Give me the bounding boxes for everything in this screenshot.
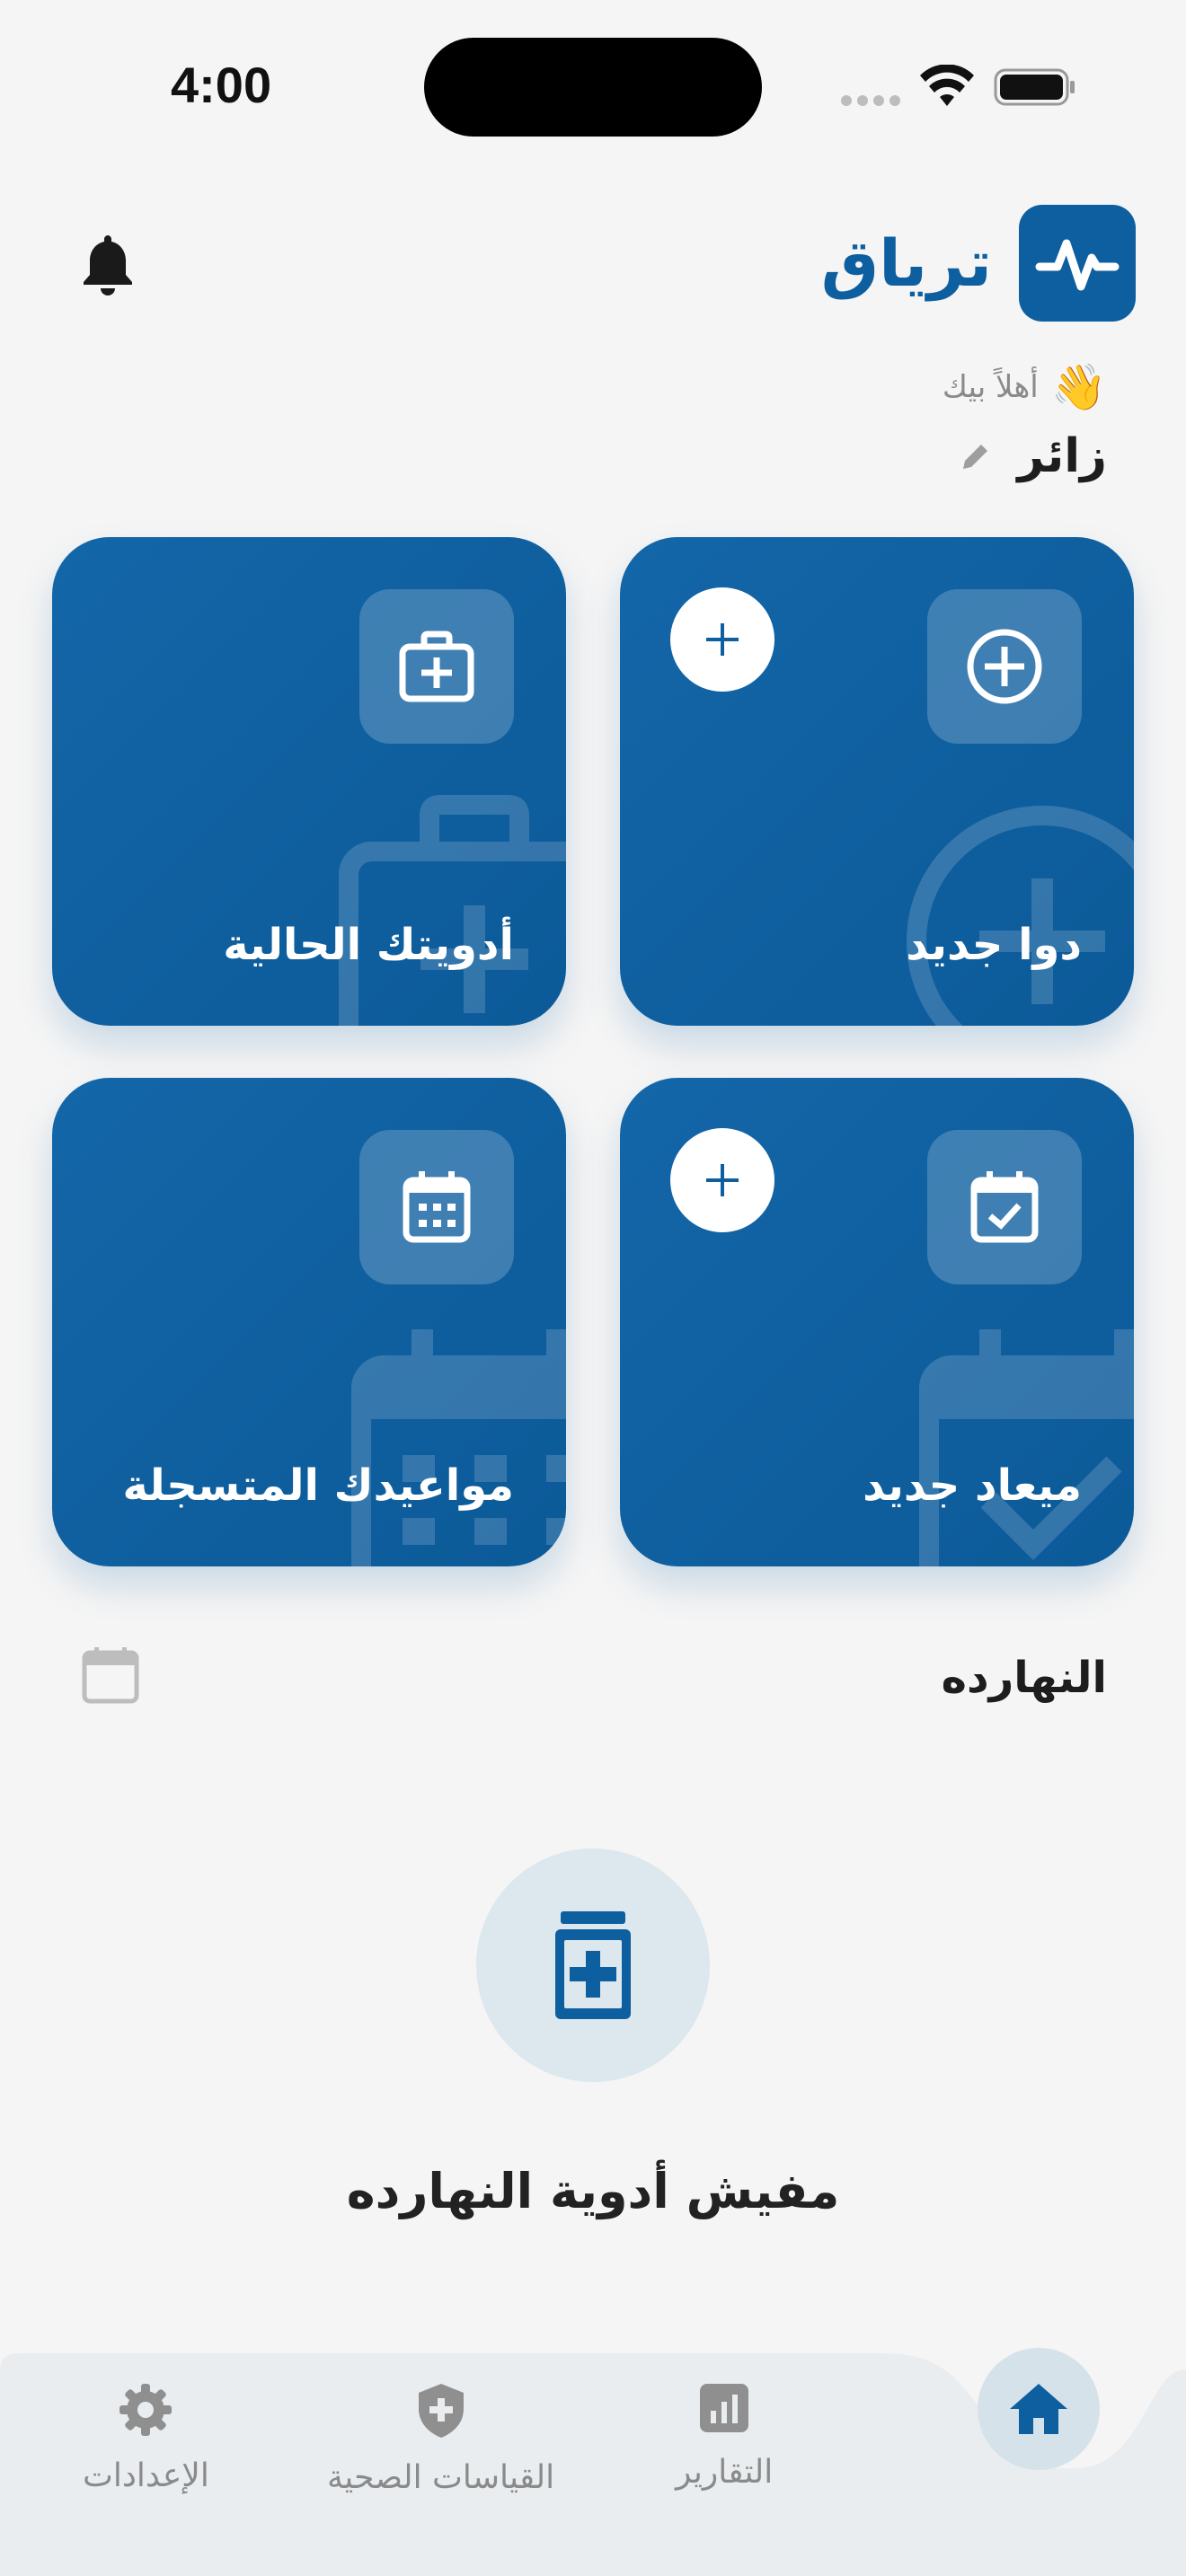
calendar-check-watermark-icon [919,1329,1134,1566]
empty-state-message: مفيش أدوية النهارده [346,2163,840,2219]
user-name: زائر [1017,429,1107,483]
nav-home-button[interactable] [978,2348,1100,2470]
nav-reports-label: التقارير [676,2454,774,2491]
bar-chart-icon [700,2384,749,2432]
dynamic-island [424,38,762,137]
status-time: 4:00 [171,57,272,113]
pencil-icon[interactable] [958,438,994,474]
nav-settings-label: الإعدادات [83,2457,209,2494]
add-circle-icon [927,589,1082,744]
add-medicine-plus-button[interactable] [670,587,774,692]
new-appointment-card[interactable]: ميعاد جديد [620,1078,1134,1566]
nav-health-measurements[interactable]: القياسات الصحية [327,2382,554,2496]
new-appointment-label: ميعاد جديد [863,1460,1082,1511]
nav-settings[interactable]: الإعدادات [83,2382,209,2494]
registered-appointments-label: مواعيدك المتسجلة [122,1460,514,1511]
current-medicines-card[interactable]: أدويتك الحالية [52,537,566,1026]
pulse-logo-icon [1019,205,1136,322]
waving-hand-icon: 👋 [1050,361,1107,413]
medicine-bottle-icon [555,1911,631,2019]
empty-state-illustration [476,1848,710,2082]
calendar-check-icon [927,1130,1082,1284]
home-screen: 4:00 ترياق 👋 أهلاً بيك زائر دوا جديد أدو… [0,0,1186,2576]
nav-health-measurements-label: القياسات الصحية [327,2459,555,2496]
wifi-icon [920,65,974,106]
add-appointment-plus-button[interactable] [670,1128,774,1232]
user-row: زائر [958,429,1107,483]
calendar-icon[interactable] [81,1645,140,1705]
greeting: 👋 أهلاً بيك [943,365,1107,410]
calendar-grid-watermark-icon [351,1329,566,1566]
signal-dots-icon [841,95,900,106]
greeting-text: أهلاً بيك [942,369,1039,405]
nav-reports[interactable]: التقارير [676,2382,773,2491]
calendar-grid-icon [359,1130,514,1284]
health-shield-icon [418,2384,464,2438]
app-title: ترياق [820,225,992,301]
current-medicines-label: أدويتك الحالية [223,920,514,970]
bell-icon[interactable] [79,232,137,296]
home-icon [1010,2384,1067,2434]
battery-icon [994,68,1075,106]
today-section-title: النهارده [941,1653,1107,1703]
medkit-watermark-icon [339,795,566,1026]
brand: ترياق [821,205,1136,322]
gear-icon [119,2384,173,2436]
new-medicine-label: دوا جديد [906,920,1082,970]
new-medicine-card[interactable]: دوا جديد [620,537,1134,1026]
medkit-icon [359,589,514,744]
add-circle-watermark-icon [907,806,1134,1026]
registered-appointments-card[interactable]: مواعيدك المتسجلة [52,1078,566,1566]
